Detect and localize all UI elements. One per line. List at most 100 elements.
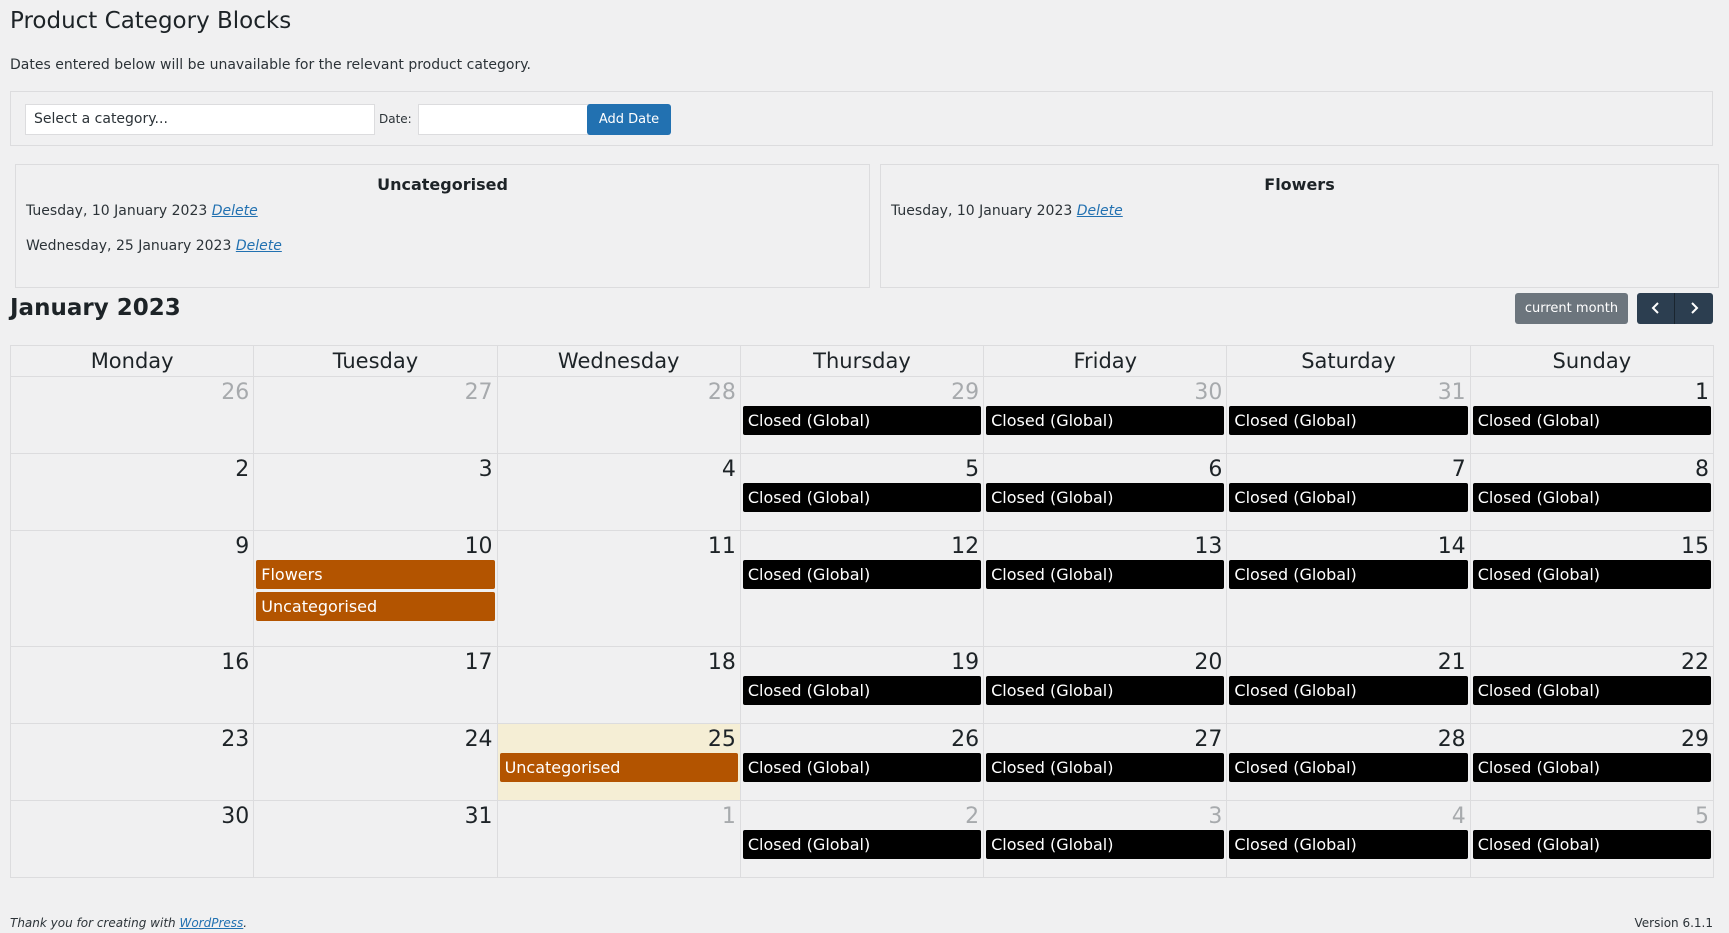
closed-event[interactable]: Closed (Global) [1472, 560, 1711, 589]
calendar-day-cell[interactable]: 7 Closed (Global) [1226, 453, 1471, 531]
calendar-day-cell[interactable]: 31 [253, 800, 498, 878]
calendar-day-cell[interactable]: 26 [9, 376, 255, 454]
calendar-day-cell[interactable]: 12 Closed (Global) [739, 530, 985, 647]
day-number: 28 [707, 380, 736, 405]
calendar-day-cell[interactable]: 17 [253, 646, 498, 724]
day-number: 5 [965, 457, 980, 482]
calendar-day-cell[interactable]: 28 [496, 376, 741, 454]
calendar-day-cell[interactable]: 4 [496, 453, 741, 531]
closed-event[interactable]: Closed (Global) [1229, 753, 1468, 782]
day-number: 3 [478, 457, 493, 482]
calendar-day-cell[interactable]: 19 Closed (Global) [739, 646, 985, 724]
calendar-day-cell[interactable]: 2 Closed (Global) [739, 800, 985, 878]
calendar-week-row: 23 24 25 Uncategorised 26 Closed (Global) 27 Cl… [9, 723, 1715, 801]
calendar-day-cell[interactable]: 26 Closed (Global) [739, 723, 985, 801]
day-number: 27 [1194, 727, 1223, 752]
closed-event[interactable]: Closed (Global) [1229, 560, 1468, 589]
calendar-day-cell[interactable]: 21 Closed (Global) [1226, 646, 1471, 724]
calendar-day-cell[interactable]: 30 [9, 800, 255, 878]
closed-event[interactable]: Closed (Global) [1472, 406, 1711, 435]
closed-event[interactable]: Closed (Global) [986, 676, 1225, 705]
calendar-day-cell[interactable]: 27 Closed (Global) [983, 723, 1228, 801]
weekday-header-row: Monday Tuesday Wednesday Thursday Friday Satu… [9, 345, 1715, 377]
closed-event[interactable]: Closed (Global) [986, 560, 1225, 589]
calendar-day-cell[interactable]: 1 [496, 800, 741, 878]
calendar-day-cell[interactable]: 20 Closed (Global) [983, 646, 1228, 724]
closed-event[interactable]: Closed (Global) [742, 560, 982, 589]
delete-link[interactable]: Delete [1077, 203, 1123, 219]
closed-event[interactable]: Closed (Global) [1472, 676, 1711, 705]
closed-event[interactable]: Closed (Global) [986, 830, 1225, 859]
closed-event[interactable]: Closed (Global) [742, 830, 982, 859]
add-date-button[interactable]: Add Date [587, 104, 671, 135]
calendar-day-cell[interactable]: 14 Closed (Global) [1226, 530, 1471, 647]
calendar-day-cell[interactable]: 13 Closed (Global) [983, 530, 1228, 647]
calendar-day-cell[interactable]: 1 Closed (Global) [1469, 376, 1715, 454]
day-number: 30 [221, 804, 250, 829]
calendar-day-cell[interactable]: 5 Closed (Global) [1469, 800, 1715, 878]
add-block-form: Select a category... Date: Add Date [10, 91, 1713, 146]
delete-link[interactable]: Delete [212, 203, 258, 219]
closed-event[interactable]: Closed (Global) [742, 406, 982, 435]
footer-thanks-suffix: . [243, 916, 248, 930]
closed-event[interactable]: Closed (Global) [986, 753, 1225, 782]
category-box-uncategorised: Uncategorised Tuesday, 10 January 2023 D… [15, 164, 870, 288]
calendar-day-cell[interactable]: 28 Closed (Global) [1226, 723, 1471, 801]
closed-event[interactable]: Closed (Global) [1229, 483, 1468, 512]
calendar-day-cell[interactable]: 11 [496, 530, 741, 647]
calendar-day-cell[interactable]: 5 Closed (Global) [739, 453, 985, 531]
calendar-grid: Monday Tuesday Wednesday Thursday Friday Satu… [9, 345, 1715, 878]
prev-month-button[interactable] [1637, 293, 1675, 324]
page-title: Product Category Blocks [10, 8, 292, 34]
calendar-day-cell[interactable]: 8 Closed (Global) [1469, 453, 1715, 531]
closed-event[interactable]: Closed (Global) [1472, 830, 1711, 859]
calendar-day-cell[interactable]: 3 Closed (Global) [983, 800, 1228, 878]
category-select[interactable]: Select a category... [25, 104, 375, 135]
next-month-button[interactable] [1675, 293, 1713, 324]
closed-event[interactable]: Closed (Global) [1472, 753, 1711, 782]
calendar-day-cell[interactable]: 31 Closed (Global) [1226, 376, 1471, 454]
calendar-day-cell[interactable]: 2 [9, 453, 255, 531]
day-number: 31 [1437, 380, 1466, 405]
weekday-header: Sunday [1469, 345, 1715, 377]
calendar-day-cell[interactable]: 30 Closed (Global) [983, 376, 1228, 454]
calendar-week-row: 2 3 4 5 Closed (Global) 6 Closed (Global) 7 Clos… [9, 453, 1715, 531]
calendar-day-cell[interactable]: 23 [9, 723, 255, 801]
day-number: 1 [1695, 380, 1709, 405]
wordpress-link[interactable]: WordPress [179, 916, 243, 930]
current-month-button[interactable]: current month [1515, 293, 1628, 324]
category-event[interactable]: Flowers [256, 560, 495, 589]
day-number: 23 [221, 727, 250, 752]
calendar-day-cell[interactable]: 22 Closed (Global) [1469, 646, 1715, 724]
closed-event[interactable]: Closed (Global) [1229, 676, 1468, 705]
category-event[interactable]: Uncategorised [256, 592, 495, 621]
calendar-day-cell[interactable]: 29 Closed (Global) [1469, 723, 1715, 801]
closed-event[interactable]: Closed (Global) [1229, 830, 1468, 859]
day-number: 4 [1451, 804, 1466, 829]
closed-event[interactable]: Closed (Global) [986, 483, 1225, 512]
date-input[interactable] [418, 104, 594, 135]
closed-event[interactable]: Closed (Global) [1472, 483, 1711, 512]
calendar-day-cell[interactable]: 29 Closed (Global) [739, 376, 985, 454]
calendar-day-cell[interactable]: 3 [253, 453, 498, 531]
calendar-day-cell[interactable]: 18 [496, 646, 741, 724]
day-number: 24 [464, 727, 493, 752]
category-event[interactable]: Uncategorised [499, 753, 738, 782]
closed-event[interactable]: Closed (Global) [742, 483, 982, 512]
calendar-day-cell[interactable]: 25 Uncategorised [496, 723, 741, 801]
calendar-day-cell[interactable]: 6 Closed (Global) [983, 453, 1228, 531]
calendar-day-cell[interactable]: 24 [253, 723, 498, 801]
delete-link[interactable]: Delete [236, 238, 282, 254]
closed-event[interactable]: Closed (Global) [742, 753, 982, 782]
closed-event[interactable]: Closed (Global) [1229, 406, 1468, 435]
calendar-day-cell[interactable]: 4 Closed (Global) [1226, 800, 1471, 878]
closed-event[interactable]: Closed (Global) [742, 676, 982, 705]
closed-event[interactable]: Closed (Global) [986, 406, 1225, 435]
calendar-day-cell[interactable]: 16 [9, 646, 255, 724]
calendar-body: 26 27 28 29 Closed (Global) 30 Closed (Global)… [9, 376, 1715, 878]
day-number: 9 [235, 534, 250, 559]
calendar-day-cell[interactable]: 9 [9, 530, 255, 647]
calendar-day-cell[interactable]: 27 [253, 376, 498, 454]
calendar-day-cell[interactable]: 15 Closed (Global) [1469, 530, 1715, 647]
calendar-day-cell[interactable]: 10 Flowers Uncategorised [253, 530, 498, 647]
